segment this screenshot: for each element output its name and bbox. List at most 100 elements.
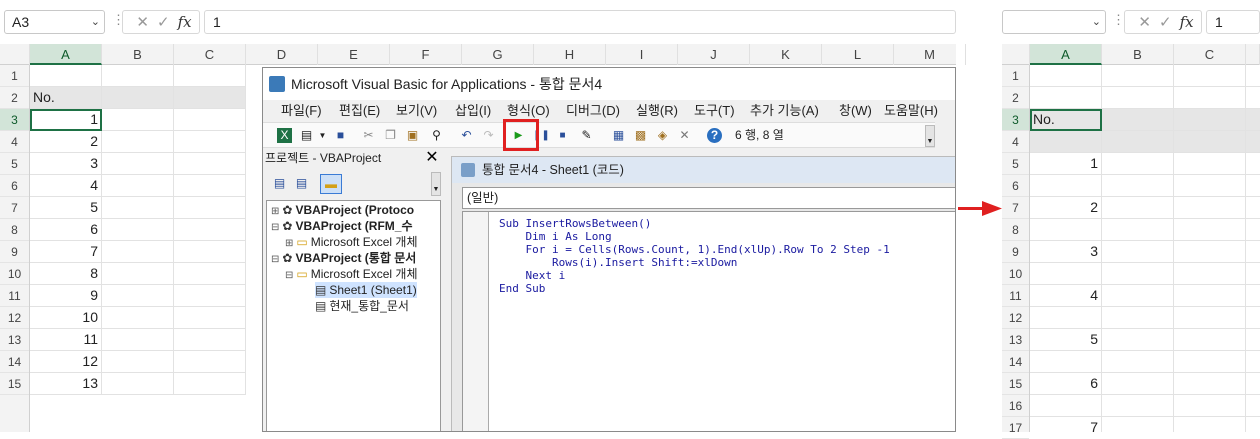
cell[interactable] (1246, 241, 1260, 263)
row-header[interactable]: 16 (1002, 395, 1029, 417)
excel-icon[interactable]: X (277, 128, 292, 143)
cell[interactable] (102, 351, 174, 373)
number-cell[interactable]: 6 (30, 219, 102, 241)
row-header[interactable]: 13 (1002, 329, 1029, 351)
number-cell[interactable]: 11 (30, 329, 102, 351)
cell[interactable] (102, 109, 174, 131)
expand-icon[interactable]: ⊞ (285, 238, 293, 249)
row-header[interactable]: 3 (1002, 109, 1029, 131)
cell[interactable] (1174, 351, 1246, 373)
menu-item[interactable]: 추가 기능(A) (750, 100, 819, 122)
cell[interactable] (1246, 175, 1260, 197)
pane-overflow-icon[interactable]: ▼ (431, 172, 441, 196)
number-cell[interactable]: 2 (1030, 197, 1102, 219)
cell[interactable] (102, 197, 174, 219)
column-header[interactable]: B (102, 44, 174, 65)
cell[interactable] (1174, 241, 1246, 263)
number-cell[interactable]: 3 (30, 153, 102, 175)
menu-item[interactable]: 디버그(D) (566, 100, 620, 122)
cell[interactable] (1102, 197, 1174, 219)
number-cell[interactable]: 13 (30, 373, 102, 395)
properties-icon[interactable]: ▩ (633, 128, 648, 143)
close-icon[interactable]: ✕ (423, 149, 441, 167)
number-cell[interactable]: 3 (1030, 241, 1102, 263)
row-header[interactable]: 4 (1002, 131, 1029, 153)
menu-item[interactable]: 삽입(I) (455, 100, 491, 122)
object-browser-icon[interactable]: ◈ (655, 128, 670, 143)
cell[interactable] (1246, 307, 1260, 329)
collapse-icon[interactable]: ⊟ (271, 254, 279, 265)
row-header[interactable]: 17 (1002, 417, 1029, 439)
find-icon[interactable]: ⚲ (429, 128, 444, 143)
cell[interactable] (1102, 285, 1174, 307)
cell[interactable] (174, 175, 246, 197)
redo-icon[interactable]: ↷ (481, 128, 496, 143)
cell[interactable] (1246, 329, 1260, 351)
cell[interactable] (1102, 329, 1174, 351)
cell[interactable] (1174, 87, 1246, 109)
cell[interactable] (102, 263, 174, 285)
row-header[interactable]: 13 (0, 329, 29, 351)
cell[interactable] (1174, 109, 1246, 131)
chevron-down-icon[interactable]: ⌄ (1092, 11, 1101, 33)
number-cell[interactable]: 9 (30, 285, 102, 307)
confirm-icon[interactable]: ✓ (1159, 14, 1180, 31)
menu-item[interactable]: 창(W) (839, 100, 872, 122)
cell[interactable] (174, 329, 246, 351)
cell[interactable] (1246, 285, 1260, 307)
row-header[interactable]: 2 (0, 87, 29, 109)
right-name-box[interactable]: ⌄ (1002, 10, 1106, 34)
column-header[interactable]: I (606, 44, 678, 65)
row-header[interactable]: 12 (1002, 307, 1029, 329)
cell[interactable] (1030, 263, 1102, 285)
cell[interactable] (1174, 65, 1246, 87)
confirm-icon[interactable]: ✓ (157, 14, 178, 31)
cell[interactable] (174, 307, 246, 329)
cell[interactable] (1030, 65, 1102, 87)
function-icon[interactable]: fx (1180, 13, 1194, 31)
cell[interactable] (174, 87, 246, 109)
cell[interactable] (102, 87, 174, 109)
cut-icon[interactable]: ✂ (361, 128, 376, 143)
code-editor[interactable]: Sub InsertRowsBetween() Dim i As Long Fo… (462, 211, 955, 431)
cell[interactable] (1174, 131, 1246, 153)
formula-input[interactable]: 1 (204, 10, 956, 34)
row-header[interactable]: 1 (0, 65, 29, 87)
cell[interactable] (1102, 373, 1174, 395)
cell[interactable] (1030, 395, 1102, 417)
cell[interactable] (1174, 175, 1246, 197)
row-header[interactable]: 8 (0, 219, 29, 241)
tree-node[interactable]: ▤ Sheet1 (Sheet1) (315, 282, 417, 298)
select-all-corner[interactable] (1002, 44, 1030, 65)
project-explorer-icon[interactable]: ▦ (611, 128, 626, 143)
expand-icon[interactable]: ⊞ (271, 206, 279, 217)
column-header[interactable]: H (534, 44, 606, 65)
cell[interactable] (1102, 65, 1174, 87)
insert-module-icon[interactable]: ▤ (299, 128, 314, 143)
name-box[interactable]: A3 ⌄ (4, 10, 105, 34)
toolbar-overflow-icon[interactable]: ▼ (925, 125, 935, 147)
column-header[interactable]: E (318, 44, 390, 65)
menu-item[interactable]: 보기(V) (396, 100, 437, 122)
cell[interactable] (174, 285, 246, 307)
collapse-icon[interactable]: ⊟ (271, 222, 279, 233)
cell[interactable] (174, 197, 246, 219)
cell[interactable] (174, 131, 246, 153)
menu-item[interactable]: 편집(E) (339, 100, 380, 122)
cell[interactable] (1246, 263, 1260, 285)
toolbox-icon[interactable]: ✕ (677, 128, 692, 143)
function-icon[interactable]: fx (178, 13, 192, 31)
cell[interactable] (174, 373, 246, 395)
cell[interactable] (102, 219, 174, 241)
row-header[interactable]: 11 (1002, 285, 1029, 307)
column-header[interactable]: C (174, 44, 246, 65)
cell[interactable] (102, 131, 174, 153)
cell[interactable] (1102, 241, 1174, 263)
row-header[interactable]: 7 (1002, 197, 1029, 219)
number-cell[interactable]: 5 (30, 197, 102, 219)
toggle-folders-icon[interactable]: ▬ (320, 174, 342, 194)
number-cell[interactable]: 12 (30, 351, 102, 373)
stop-icon[interactable]: ■ (555, 128, 570, 143)
cell[interactable] (1102, 219, 1174, 241)
cell[interactable] (1102, 351, 1174, 373)
